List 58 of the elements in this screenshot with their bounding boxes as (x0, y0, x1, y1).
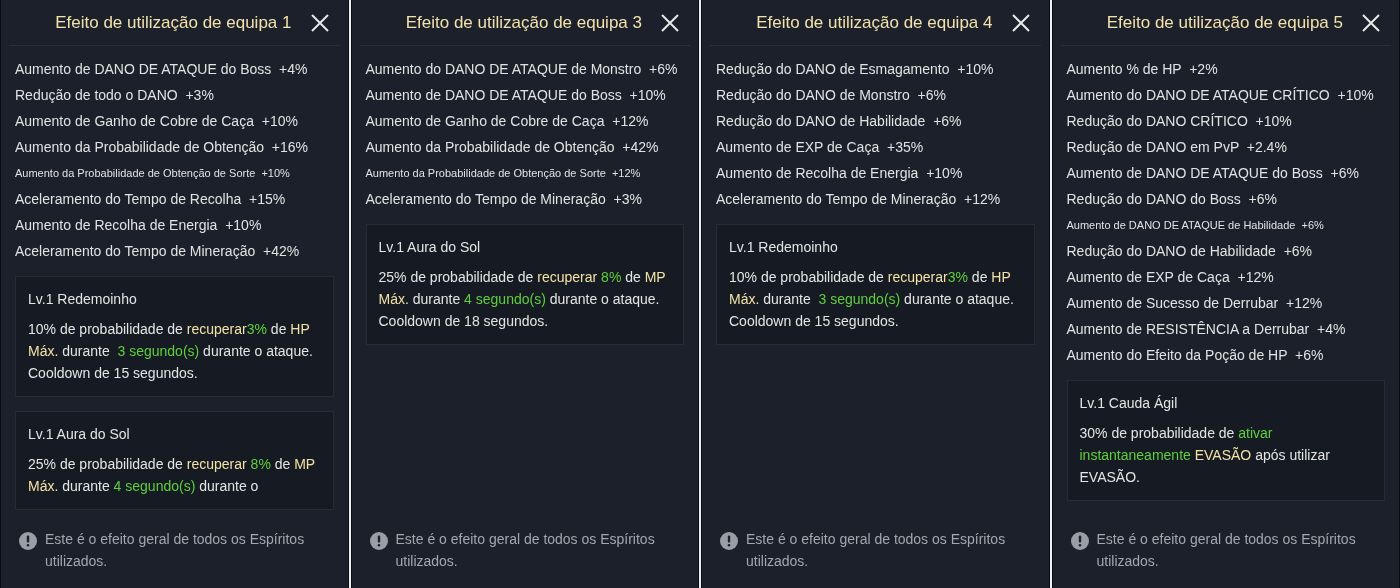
skill-name: Lv.1 Aura do Sol (28, 425, 131, 444)
panel-title: Efeito de utilização de equipa 4 (756, 11, 993, 34)
stat-line: Aumento de EXP de Caça +12% (1066, 267, 1274, 287)
skill-description: 25% de probabilidade de recuperar 8% de MP Máx. durante 4 segundo(s) durante o ataque. Cooldown de 18 segundos. (378, 268, 667, 331)
stat-line: Redução do DANO de Esmagamento +10% (716, 59, 994, 79)
skill-name: Lv.1 Redemoinho (729, 238, 839, 257)
stat-line: Redução do DANO de Habilidade +6% (716, 111, 962, 131)
stat-line: Redução do DANO do Boss +6% (1066, 189, 1277, 209)
stat-line: Aumento de DANO DE ATAQUE do Boss +10% (365, 85, 666, 105)
stat-line: Aceleramento do Tempo de Mineração +42% (15, 241, 300, 261)
stat-line: Aumento da Probabilidade de Obtenção de Sorte +12% (365, 165, 641, 181)
panel-title: Efeito de utilização de equipa 1 (55, 11, 292, 34)
stat-line: Aceleramento do Tempo de Mineração +3% (365, 189, 642, 209)
stat-line: Aumento do DANO DE ATAQUE CRÍTICO +10% (1066, 85, 1374, 105)
stat-line: Aceleramento do Tempo de Mineração +12% (716, 189, 1001, 209)
stat-line: Aumento da Probabilidade de Obtenção +42% (365, 137, 659, 157)
stat-line: Redução de DANO em PvP +2.4% (1066, 137, 1287, 157)
info-icon (369, 532, 388, 550)
stat-line: Aumento de Sucesso de Derrubar +12% (1066, 293, 1323, 313)
close-icon (660, 12, 680, 33)
stat-line: Aumento de RESISTÊNCIA a Derrubar +4% (1066, 319, 1346, 339)
skill-description: 10% de probabilidade de recuperar3% de HP Máx. durante 3 segundo(s) durante o ataque. Cooldown de 15 segundos. (28, 320, 314, 383)
stat-line: Aumento da Probabilidade de Obtenção +16% (15, 137, 309, 157)
close-icon (309, 12, 330, 33)
note-text: Este é o efeito geral de todos os Espíritos utilizados. (45, 530, 306, 571)
stat-line: Redução do DANO CRÍTICO +10% (1066, 111, 1292, 131)
stat-line: Aumento da Probabilidade de Obtenção de Sorte +10% (15, 165, 290, 181)
skill-name: Lv.1 Cauda Ágil (1079, 394, 1179, 413)
note-text: Este é o efeito geral de todos os Espíritos utilizados. (395, 530, 656, 571)
note-text: Este é o efeito geral de todos os Espíritos utilizados. (1096, 530, 1357, 571)
stat-line: Aumento de Ganho de Cobre de Caça +12% (365, 111, 649, 131)
info-icon (1070, 532, 1089, 550)
skill-description: 10% de probabilidade de recuperar3% de HP Máx. durante 3 segundo(s) durante o ataque. Cooldown de 15 segundos. (729, 268, 1015, 331)
close-icon (1361, 12, 1381, 33)
close-icon (1010, 12, 1031, 33)
panel-title: Efeito de utilização de equipa 5 (1106, 11, 1343, 34)
stat-line: Aumento do DANO DE ATAQUE de Monstro +6% (365, 59, 678, 79)
stat-line: Redução de todo o DANO +3% (15, 85, 214, 105)
skill-description: 30% de probabilidade de ativar instantaneamente EVASÃO após utilizar EVASÃO. (1079, 424, 1331, 487)
stat-line: Redução do DANO de Monstro +6% (716, 85, 946, 105)
skill-name: Lv.1 Redemoinho (28, 290, 138, 309)
info-icon (720, 532, 738, 550)
panel-title: Efeito de utilização de equipa 3 (405, 11, 642, 34)
note-text: Este é o efeito geral de todos os Espíritos utilizados. (746, 530, 1007, 571)
info-icon (19, 532, 37, 550)
stat-line: Aumento de EXP de Caça +35% (716, 137, 924, 157)
stat-line: Aumento de DANO DE ATAQUE de Habilidade +6% (1066, 217, 1324, 233)
stat-line: Aumento de DANO DE ATAQUE do Boss +4% (15, 59, 308, 79)
stat-line: Redução do DANO de Habilidade +6% (1066, 241, 1313, 261)
stat-line: Aumento de DANO DE ATAQUE do Boss +6% (1066, 163, 1359, 183)
stat-line: Aumento do Efeito da Poção de HP +6% (1066, 345, 1324, 365)
stat-line: Aumento de Ganho de Cobre de Caça +10% (15, 111, 298, 131)
stat-line: Aumento de Recolha de Energia +10% (716, 163, 963, 183)
stat-line: Aceleramento do Tempo de Recolha +15% (15, 189, 286, 209)
skill-name: Lv.1 Aura do Sol (378, 238, 482, 257)
stat-line: Aumento de Recolha de Energia +10% (15, 215, 262, 235)
stat-line: Aumento % de HP +2% (1066, 59, 1218, 79)
skill-description: 25% de probabilidade de recuperar 8% de MP Máx. durante 4 segundo(s) durante o (28, 455, 316, 496)
